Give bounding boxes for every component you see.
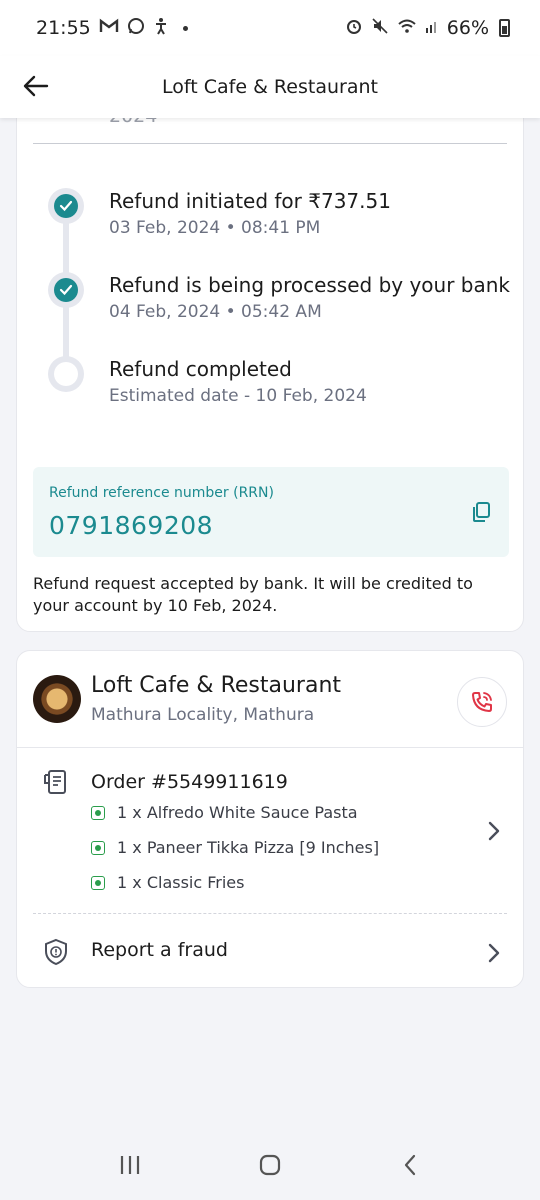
divider (33, 143, 507, 144)
step-done-icon (48, 272, 84, 308)
chevron-right-icon (488, 821, 500, 841)
order-title: Order #5549911619 (91, 771, 288, 793)
home-icon (259, 1154, 281, 1176)
step-pending-icon (48, 356, 84, 392)
dashed-divider (33, 913, 507, 914)
home-button[interactable] (240, 1145, 300, 1185)
chevron-right-icon (485, 941, 503, 965)
order-item: 1 x Alfredo White Sauce Pasta (91, 803, 358, 822)
order-item: 1 x Classic Fries (91, 873, 244, 892)
system-back-button[interactable] (380, 1145, 440, 1185)
veg-icon (91, 840, 105, 855)
signal-icon (425, 17, 439, 39)
chevron-left-icon (404, 1154, 416, 1176)
gmail-icon (99, 18, 119, 39)
copy-button[interactable] (471, 501, 493, 525)
step-subtitle: Estimated date - 10 Feb, 2024 (109, 386, 367, 406)
restaurant-card: Loft Cafe & Restaurant Mathura Locality,… (16, 650, 524, 988)
step-title: Refund is being processed by your bank (109, 273, 511, 297)
step-subtitle: 04 Feb, 2024 • 05:42 AM (109, 302, 322, 322)
page-title: Loft Cafe & Restaurant (162, 76, 378, 98)
arrow-left-icon (23, 75, 49, 97)
order-details-button[interactable] (485, 819, 503, 843)
step-done-icon (48, 188, 84, 224)
step-title: Refund completed (109, 357, 292, 381)
refund-status-card: 2024 Refund initiated for ₹737.51 03 Feb… (16, 90, 524, 632)
accessibility-icon (153, 17, 169, 40)
back-button[interactable] (18, 68, 54, 104)
whatsapp-icon (127, 17, 145, 40)
status-right: 66% (345, 17, 510, 40)
system-nav-bar (0, 1130, 540, 1200)
restaurant-name: Loft Cafe & Restaurant (91, 673, 342, 698)
step-title: Refund initiated for ₹737.51 (109, 189, 391, 213)
call-restaurant-button[interactable] (457, 677, 507, 727)
shield-icon (43, 938, 69, 966)
order-item-label: 1 x Classic Fries (117, 873, 245, 892)
status-left: 21:55 (36, 17, 188, 40)
alarm-icon (345, 17, 363, 40)
wifi-icon (397, 17, 417, 39)
refund-note: Refund request accepted by bank. It will… (33, 574, 473, 615)
more-notifications-dot (182, 25, 188, 31)
rrn-label: Refund reference number (RRN) (49, 485, 274, 501)
status-bar: 21:55 66% (0, 0, 540, 56)
step-subtitle: 03 Feb, 2024 • 08:41 PM (109, 218, 321, 238)
phone-call-icon (472, 692, 492, 712)
recent-apps-button[interactable] (100, 1145, 160, 1185)
app-header: Loft Cafe & Restaurant (0, 56, 540, 118)
veg-icon (91, 805, 105, 820)
veg-icon (91, 875, 105, 890)
copy-icon (473, 502, 490, 522)
divider (17, 747, 523, 748)
battery-text: 66% (446, 17, 489, 39)
order-item-label: 1 x Paneer Tikka Pizza [9 Inches] (117, 838, 380, 857)
order-item: 1 x Paneer Tikka Pizza [9 Inches] (91, 838, 379, 857)
order-item-label: 1 x Alfredo White Sauce Pasta (117, 803, 358, 822)
report-fraud-label: Report a fraud (91, 939, 228, 961)
status-time: 21:55 (36, 17, 91, 39)
receipt-icon (43, 769, 69, 797)
rrn-box: Refund reference number (RRN) 0791869208 (33, 467, 509, 557)
restaurant-locality: Mathura Locality, Mathura (91, 705, 315, 725)
restaurant-avatar (33, 675, 81, 723)
recent-apps-icon (120, 1156, 140, 1174)
mute-icon (371, 17, 389, 40)
battery-icon (499, 19, 510, 37)
rrn-value: 0791869208 (49, 511, 214, 540)
